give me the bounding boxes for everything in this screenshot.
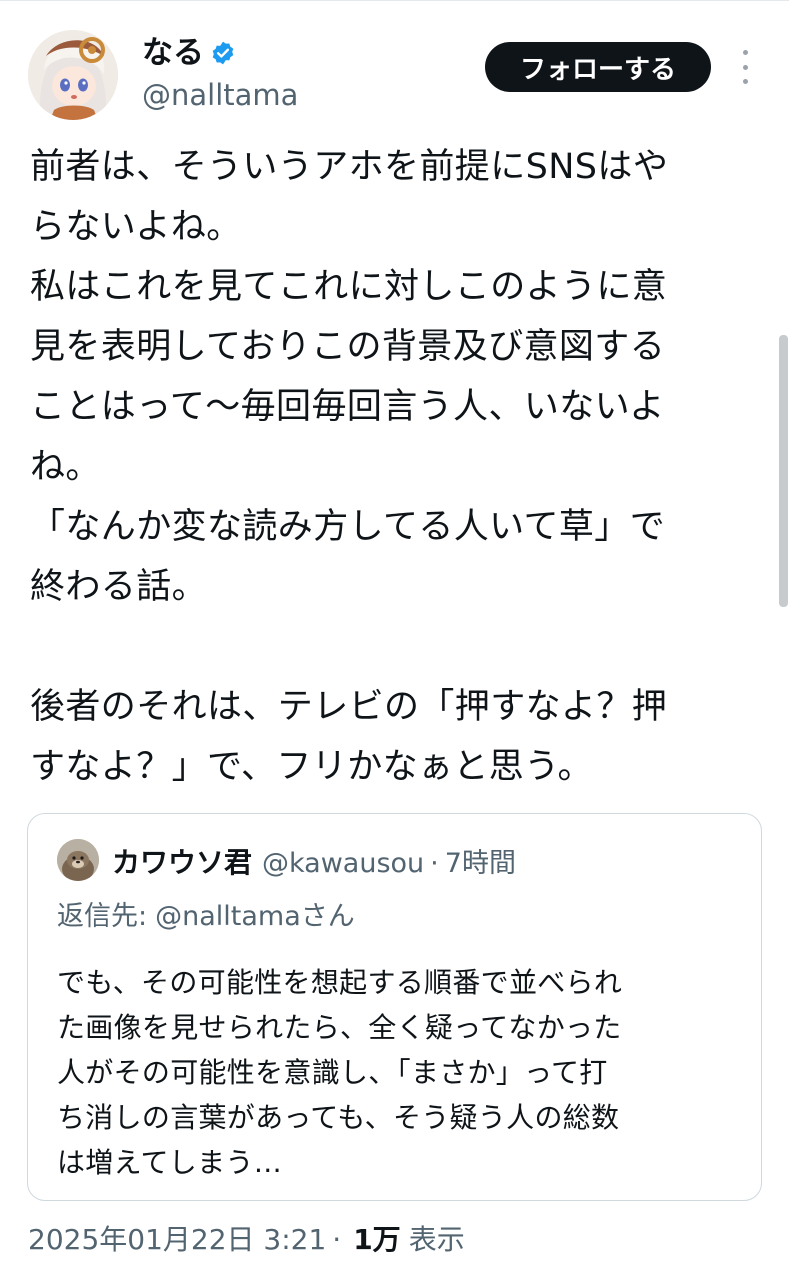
- quoted-time[interactable]: 7時間: [445, 841, 516, 880]
- quoted-line: た画像を見せられたら、全く疑ってなかった: [57, 1011, 622, 1044]
- dot: [742, 79, 748, 84]
- follow-button[interactable]: フォローする: [485, 42, 711, 92]
- author-name-row: なる: [142, 34, 236, 72]
- tweet-text: 前者は、そういうアホを前提にSNSはや らないよね。 私はこれを見てこれに対しこ…: [30, 137, 765, 797]
- tweet-line: 見を表明しておりこの背景及び意図する: [30, 327, 666, 367]
- author-avatar[interactable]: [28, 30, 118, 120]
- scrollbar-thumb[interactable]: [779, 335, 788, 607]
- separator-dot: ·: [430, 848, 439, 879]
- quoted-line: 人がその可能性を意識し、「まさか」って打: [57, 1056, 608, 1089]
- quoted-tweet-header: カワウソ君 @kawausou · 7時間: [112, 841, 516, 881]
- top-divider: [0, 0, 789, 1]
- quoted-line: は増えてしまう…: [57, 1146, 283, 1179]
- tweet-line: 「なんか変な読み方してる人いて草」で: [30, 507, 666, 547]
- tweet-line: ことはって〜毎回毎回言う人、いないよ: [30, 387, 665, 427]
- vertical-ellipsis-icon[interactable]: [733, 50, 757, 84]
- tweet-meta: 2025年01月22日 3:21 · 1万 表示: [28, 1218, 465, 1258]
- tweet-line: 終わる話。: [30, 567, 208, 607]
- views-label: 表示: [408, 1223, 465, 1256]
- dot: [742, 50, 748, 55]
- anime-girl-avatar-icon: [28, 30, 118, 120]
- verified-badge-icon[interactable]: [210, 40, 236, 66]
- tweet-line: 前者は、そういうアホを前提にSNSはや: [30, 147, 669, 187]
- separator-dot: ·: [332, 1223, 342, 1256]
- reply-handle[interactable]: @nalltamaさん: [155, 901, 355, 932]
- tweet-line: 後者のそれは、テレビの「押すなよ？押: [30, 687, 668, 727]
- otter-avatar-icon[interactable]: [57, 839, 99, 881]
- quoted-tweet-card[interactable]: カワウソ君 @kawausou · 7時間 返信先: @nalltamaさん でも…: [27, 813, 762, 1201]
- tweet-line: ね。: [30, 447, 101, 487]
- reply-prefix: 返信先:: [57, 901, 148, 932]
- tweet-line: 私はこれを見てこれに対しこのように意: [30, 267, 668, 307]
- tweet-line: すなよ？」で、フリかなぁと思う。: [30, 747, 593, 787]
- views-count: 1万: [353, 1223, 401, 1256]
- quoted-display-name[interactable]: カワウソ君: [112, 841, 252, 881]
- quoted-handle[interactable]: @kawausou: [262, 848, 424, 879]
- author-display-name[interactable]: なる: [142, 34, 204, 72]
- reply-to-line: 返信先: @nalltamaさん: [57, 894, 355, 933]
- author-handle[interactable]: @nalltama: [142, 77, 298, 113]
- quoted-tweet-text: でも、その可能性を想起する順番で並べられ た画像を見せられたら、全く疑ってなかっ…: [57, 960, 747, 1185]
- tweet-line: らないよね。: [30, 207, 242, 247]
- tweet-timestamp[interactable]: 2025年01月22日 3:21: [28, 1218, 326, 1258]
- quoted-line: ち消しの言葉があっても、そう疑う人の総数: [57, 1101, 620, 1134]
- quoted-line: でも、その可能性を想起する順番で並べられ: [57, 966, 623, 999]
- dot: [742, 64, 748, 70]
